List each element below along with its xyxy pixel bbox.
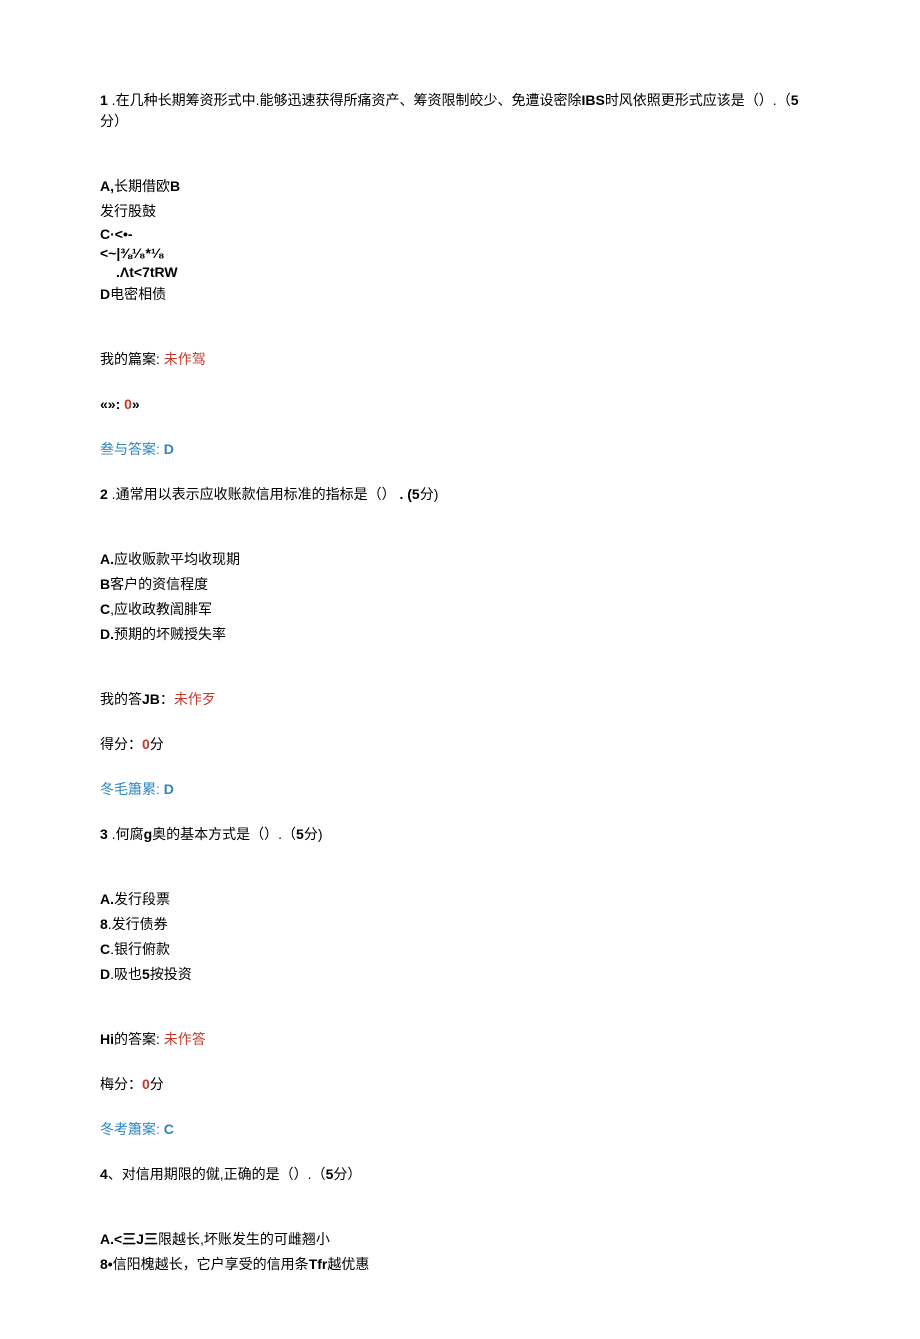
q2-option-d: D.预期的坏贼授失率 [100, 624, 820, 645]
q2-score: 得分：0分 [100, 734, 820, 755]
q3-option-b: 8.发行债券 [100, 914, 820, 935]
q4-number: 4 [100, 1166, 108, 1182]
document-page: 1 .在几种长期筹资形式中.能够迅速获得所痛资产、筹资限制皎少、免遭设密除IBS… [0, 0, 920, 1339]
q1-option-a: A,长期借欧B [100, 176, 820, 197]
q1-garble-2: .Λt<7tRW [100, 264, 820, 281]
q3-option-d: D.吸也5按投资 [100, 964, 820, 985]
q4-option-b: 8•信阳槐越长，它户享受的信用条Tfr越优惠 [100, 1254, 820, 1275]
question-4-text: 4、对信用期限的僦,正确的是（）.（5分） [100, 1164, 820, 1185]
q2-reference-answer: 冬毛簫累: D [100, 779, 820, 800]
q2-my-answer: 我的答JB：未作歹 [100, 689, 820, 710]
q1-number: 1 [100, 92, 108, 108]
q3-number: 3 [100, 826, 108, 842]
q1-score: «»: 0» [100, 394, 820, 415]
q2-number: 2 [100, 486, 108, 502]
q3-reference-answer: 冬考簫案: C [100, 1119, 820, 1140]
q1-option-b: 发行股鼓 [100, 201, 820, 222]
q1-option-c: C·<•- [100, 226, 820, 243]
q3-option-a: A.发行段票 [100, 889, 820, 910]
q3-score: 梅分：0分 [100, 1074, 820, 1095]
q3-my-answer: Hi的答案: 未作答 [100, 1029, 820, 1050]
q1-option-d: D电密相债 [100, 284, 820, 305]
q1-reference-answer: 叁与答案: D [100, 439, 820, 460]
q3-option-c: C.银行俯款 [100, 939, 820, 960]
q1-my-answer: 我的篇案: 未作驾 [100, 349, 820, 370]
q4-option-a: A.<三J三限越长,坏账发生的可雌翘小 [100, 1229, 820, 1250]
question-2-text: 2 .通常用以表示应收账款信用标准的指标是（） . (5分) [100, 484, 820, 505]
question-3-text: 3 .何腐g奥的基本方式是（）.（5分) [100, 824, 820, 845]
q2-option-c: C,应收政教訚腓军 [100, 599, 820, 620]
q2-option-b: B客户的资信程度 [100, 574, 820, 595]
question-1-text: 1 .在几种长期筹资形式中.能够迅速获得所痛资产、筹资限制皎少、免遭设密除IBS… [100, 90, 820, 132]
q2-option-a: A.应收贩款平均收现期 [100, 549, 820, 570]
q1-garble-1: <~|⅜¹⁄₈*¹⁄₈ [100, 245, 820, 262]
